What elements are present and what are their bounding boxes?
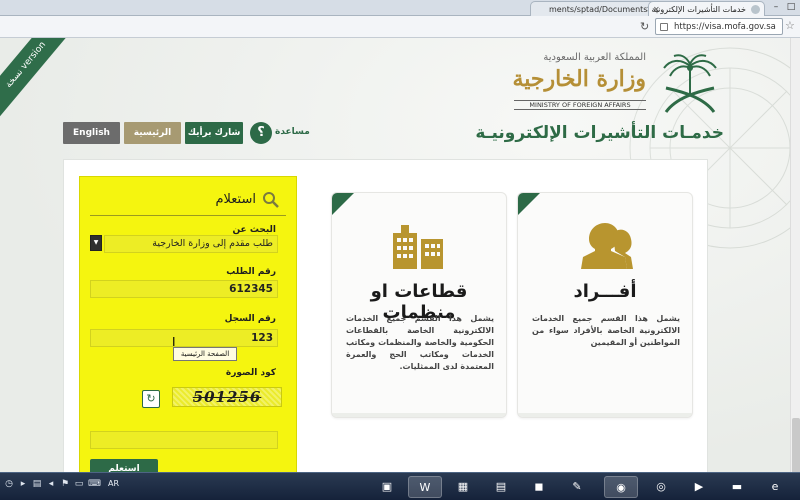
captcha-label: كود الصورة bbox=[225, 368, 276, 378]
window-controls: – □ bbox=[769, 1, 798, 13]
taskbar: ◷ ▸ ▤ ◂ ⚑ ▭ ⌨ AR ▣ W ▦ ▤ ◼ ✎ ◉ ◎ ▶ ▬ e bbox=[0, 472, 800, 500]
volume-icon[interactable]: ◂ bbox=[46, 479, 56, 489]
inquire-button[interactable]: استعلم bbox=[90, 459, 158, 472]
search-icon bbox=[263, 192, 279, 208]
screen-app-icon[interactable]: ▦ bbox=[446, 476, 480, 498]
english-button[interactable]: English bbox=[63, 122, 120, 144]
page-icon bbox=[660, 23, 668, 31]
camera-app-icon[interactable]: ◼ bbox=[522, 476, 556, 498]
player-app-icon[interactable]: ▶ bbox=[682, 476, 716, 498]
browser-tab-strip: ments/sptad/Documents ✕ خدمات التأشيرات … bbox=[0, 0, 800, 16]
address-text: https://visa.mofa.gov.sa bbox=[674, 22, 776, 32]
flag-icon[interactable]: ⚑ bbox=[60, 479, 70, 489]
organizations-description: يشمل هذا القسم جميع الخدمات الالكترونية … bbox=[346, 314, 494, 371]
word-app-icon[interactable]: W bbox=[408, 476, 442, 498]
card-corner bbox=[332, 193, 354, 215]
editor-app-icon[interactable]: ▤ bbox=[484, 476, 518, 498]
keyboard-icon[interactable]: ⌨ bbox=[88, 479, 101, 489]
share-feedback-button[interactable]: شارك برأيك bbox=[185, 122, 243, 144]
disc-app-icon[interactable]: ◎ bbox=[644, 476, 678, 498]
ministry-name-en: MINISTRY OF FOREIGN AFFAIRS bbox=[514, 100, 646, 110]
ministry-logo: المملكة العربية السعودية وزارة الخارجية … bbox=[504, 52, 646, 126]
record-number-input[interactable]: 123 bbox=[90, 329, 278, 347]
chrome-app-icon[interactable]: ◉ bbox=[604, 476, 638, 498]
chevron-down-icon[interactable]: ▼ bbox=[90, 235, 102, 251]
scrollbar-thumb[interactable] bbox=[792, 418, 800, 478]
tooltip: الصفحة الرئيسية bbox=[173, 347, 237, 361]
refresh-captcha-icon[interactable]: ↻ bbox=[142, 390, 160, 408]
request-number-input[interactable]: 612345 bbox=[90, 280, 278, 298]
battery-icon[interactable]: ▭ bbox=[74, 479, 84, 489]
record-number-value: 123 bbox=[251, 332, 273, 344]
kingdom-name: المملكة العربية السعودية bbox=[543, 52, 646, 63]
minimize-icon[interactable]: – bbox=[769, 1, 783, 13]
clock-icon[interactable]: ◷ bbox=[4, 479, 14, 489]
search-by-label: البحث عن bbox=[232, 225, 276, 235]
version-ribbon[interactable]: نسخة version bbox=[0, 38, 75, 120]
browser-toolbar: ↻ https://visa.mofa.gov.sa ☆ bbox=[0, 16, 800, 38]
saudi-emblem-icon bbox=[663, 54, 717, 113]
individuals-title: أفـــراد bbox=[573, 281, 637, 302]
buildings-icon bbox=[393, 225, 443, 269]
card-footer bbox=[332, 413, 506, 417]
page-content: نسخة version المملكة العربية السعودية وز… bbox=[0, 38, 800, 472]
arrow-icon[interactable]: ▸ bbox=[18, 479, 28, 489]
card-footer bbox=[518, 413, 692, 417]
reload-icon[interactable]: ↻ bbox=[640, 20, 649, 33]
tab-title: خدمات التأشيرات الإلكترونية bbox=[651, 5, 746, 14]
captcha-input[interactable] bbox=[90, 431, 278, 449]
system-tray: ◷ ▸ ▤ ◂ ⚑ ▭ ⌨ AR bbox=[0, 479, 119, 489]
help-icon[interactable]: ؟ bbox=[250, 122, 272, 144]
search-by-select[interactable]: طلب مقدم إلى وزارة الخارجية bbox=[104, 235, 278, 253]
inquiry-panel: استعلام البحث عن ▼ طلب مقدم إلى وزارة ال… bbox=[79, 176, 297, 472]
close-icon[interactable]: ✕ bbox=[653, 5, 660, 14]
media-app-icon[interactable]: ▣ bbox=[370, 476, 404, 498]
vertical-scrollbar[interactable] bbox=[790, 38, 800, 478]
card-corner bbox=[518, 193, 540, 215]
captcha-image: 501256 bbox=[172, 387, 282, 407]
divider bbox=[90, 215, 286, 216]
star-icon[interactable]: ☆ bbox=[785, 19, 795, 32]
home-button[interactable]: الرئيسية bbox=[124, 122, 181, 144]
organizations-card[interactable]: قطاعات او منظمات يشمل هذا القسم جميع الخ… bbox=[331, 192, 507, 418]
ministry-name-ar: وزارة الخارجية bbox=[512, 66, 646, 92]
request-number-label: رقم الطلب bbox=[226, 267, 276, 277]
page-title: خدمـات التأشيرات الإلكترونيـة bbox=[475, 123, 724, 143]
browser-tab-documents[interactable]: ments/sptad/Documents ✕ bbox=[530, 1, 658, 16]
language-indicator[interactable]: AR bbox=[108, 479, 119, 489]
tool-app-icon[interactable]: ✎ bbox=[560, 476, 594, 498]
individuals-card[interactable]: أفـــراد يشمل هذا القسم جميع الخدمات الا… bbox=[517, 192, 693, 418]
address-bar[interactable]: https://visa.mofa.gov.sa bbox=[655, 18, 783, 35]
browser-tab-active[interactable]: خدمات التأشيرات الإلكترونية ✕ bbox=[648, 1, 765, 16]
help-link[interactable]: مساعدة bbox=[275, 127, 310, 137]
maximize-icon[interactable]: □ bbox=[784, 1, 798, 13]
network-icon[interactable]: ▤ bbox=[32, 479, 42, 489]
tab-title: ments/sptad/Documents bbox=[549, 5, 648, 14]
record-number-label: رقم السجل bbox=[224, 314, 276, 324]
folder-app-icon[interactable]: ▬ bbox=[720, 476, 754, 498]
browser-app-icon[interactable]: e bbox=[758, 476, 792, 498]
inquiry-title: استعلام bbox=[215, 192, 256, 207]
globe-icon bbox=[751, 5, 760, 14]
individuals-description: يشمل هذا القسم جميع الخدمات الالكترونية … bbox=[532, 314, 680, 347]
people-icon bbox=[581, 223, 633, 269]
